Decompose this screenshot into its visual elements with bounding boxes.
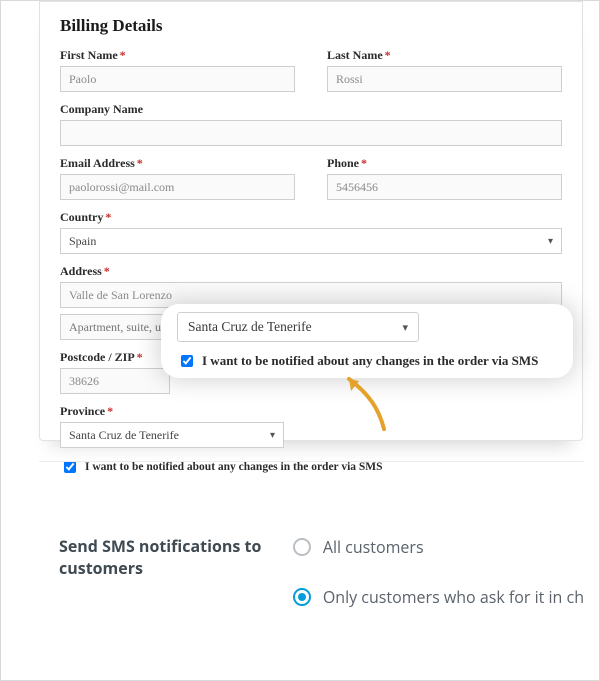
first-name-field: First Name*	[60, 48, 295, 92]
callout-popover: Santa Cruz de Tenerife ▾ I want to be no…	[161, 304, 573, 378]
billing-title: Billing Details	[60, 16, 562, 36]
last-name-field: Last Name*	[327, 48, 562, 92]
postcode-label: Postcode / ZIP*	[60, 350, 170, 365]
country-select[interactable]: Spain ▾	[60, 228, 562, 254]
company-label: Company Name	[60, 102, 562, 117]
last-name-label: Last Name*	[327, 48, 562, 63]
country-field: Country* Spain ▾	[60, 210, 562, 254]
chevron-down-icon: ▾	[548, 236, 553, 247]
sms-settings-options: All customers Only customers who ask for…	[293, 536, 584, 661]
last-name-input[interactable]	[327, 66, 562, 92]
radio-all-customers[interactable]: All customers	[293, 536, 584, 558]
country-label: Country*	[60, 210, 562, 225]
email-field: Email Address*	[60, 156, 295, 200]
first-name-input[interactable]	[60, 66, 295, 92]
province-select[interactable]: Santa Cruz de Tenerife ▾	[60, 422, 284, 448]
email-label: Email Address*	[60, 156, 295, 171]
address-field: Address*	[60, 264, 562, 308]
callout-province-select[interactable]: Santa Cruz de Tenerife ▾	[177, 312, 419, 342]
company-input[interactable]	[60, 120, 562, 146]
first-name-label: First Name*	[60, 48, 295, 63]
postcode-input[interactable]	[60, 368, 170, 394]
chevron-down-icon: ▾	[270, 430, 275, 441]
province-field: Province* Santa Cruz de Tenerife ▾	[60, 404, 284, 448]
email-input[interactable]	[60, 174, 295, 200]
company-field: Company Name	[60, 102, 562, 146]
address-label: Address*	[60, 264, 562, 279]
radio-all-label: All customers	[323, 536, 424, 558]
callout-sms-optin-label: I want to be notified about any changes …	[202, 353, 538, 369]
radio-optin-customers[interactable]: Only customers who ask for it in ch	[293, 586, 584, 608]
postcode-field: Postcode / ZIP*	[60, 350, 170, 394]
radio-icon	[293, 588, 311, 606]
phone-label: Phone*	[327, 156, 562, 171]
phone-field: Phone*	[327, 156, 562, 200]
chevron-down-icon: ▾	[402, 321, 408, 334]
sms-settings-heading: Send SMS notifications to customers	[59, 536, 293, 661]
radio-icon	[293, 538, 311, 556]
province-label: Province*	[60, 404, 284, 419]
callout-sms-optin-checkbox[interactable]	[181, 355, 193, 367]
callout-sms-optin-row[interactable]: I want to be notified about any changes …	[177, 352, 557, 370]
radio-optin-label: Only customers who ask for it in ch	[323, 586, 584, 608]
phone-input[interactable]	[327, 174, 562, 200]
sms-settings-panel: Send SMS notifications to customers All …	[39, 461, 584, 661]
